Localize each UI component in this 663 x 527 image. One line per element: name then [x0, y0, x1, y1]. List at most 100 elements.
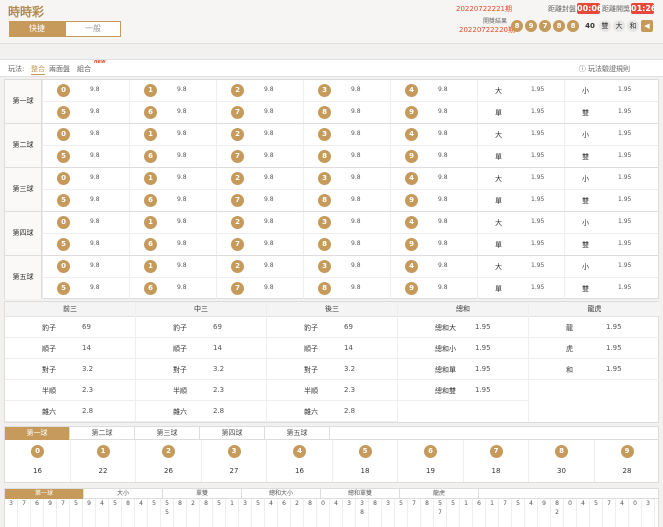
num-bet-cell[interactable]: 6 9.8 [129, 278, 216, 299]
combo-bet-cell[interactable]: 順子 14 [136, 338, 266, 359]
num-bet-cell[interactable]: 8 9.8 [303, 102, 390, 123]
combo-bet-cell[interactable]: 豹子 69 [5, 317, 135, 338]
num-bet-cell[interactable]: 5 9.8 [42, 190, 129, 211]
combo-bet-cell[interactable]: 總和小 1.95 [398, 338, 528, 359]
combo-bet-cell[interactable]: 總和單 1.95 [398, 359, 528, 380]
num-bet-cell[interactable]: 9 9.8 [390, 278, 477, 299]
num-bet-cell[interactable]: 3 9.8 [303, 256, 390, 277]
ball-tab[interactable]: 第三球 [135, 427, 200, 440]
combo-bet-cell[interactable]: 總和大 1.95 [398, 317, 528, 338]
num-bet-cell[interactable]: 4 9.8 [390, 124, 477, 145]
two-side-cell[interactable]: 小 1.95 [564, 80, 645, 101]
combo-bet-cell[interactable]: 半順 2.3 [5, 380, 135, 401]
num-bet-cell[interactable]: 9 9.8 [390, 102, 477, 123]
num-bet-cell[interactable]: 2 9.8 [216, 80, 303, 101]
num-bet-cell[interactable]: 7 9.8 [216, 278, 303, 299]
num-bet-cell[interactable]: 3 9.8 [303, 168, 390, 189]
road-tab[interactable]: 龍虎 [400, 489, 479, 499]
num-bet-cell[interactable]: 0 9.8 [42, 168, 129, 189]
ball-tab[interactable]: 第二球 [70, 427, 135, 440]
num-bet-cell[interactable]: 8 9.8 [303, 234, 390, 255]
two-side-cell[interactable]: 大 1.95 [477, 80, 564, 101]
combo-bet-cell[interactable]: 總和雙 1.95 [398, 380, 528, 401]
tab-integrated[interactable]: 整合 [31, 64, 45, 75]
num-bet-cell[interactable]: 5 9.8 [42, 234, 129, 255]
num-bet-cell[interactable]: 3 9.8 [303, 124, 390, 145]
num-bet-cell[interactable]: 1 9.8 [129, 212, 216, 233]
num-bet-cell[interactable]: 6 9.8 [129, 190, 216, 211]
two-side-cell[interactable]: 雙 1.95 [564, 234, 645, 255]
num-bet-cell[interactable]: 6 9.8 [129, 146, 216, 167]
num-bet-cell[interactable]: 6 9.8 [129, 102, 216, 123]
num-bet-cell[interactable]: 0 9.8 [42, 256, 129, 277]
two-side-cell[interactable]: 大 1.95 [477, 256, 564, 277]
two-side-cell[interactable]: 雙 1.95 [564, 146, 645, 167]
two-side-cell[interactable]: 單 1.95 [477, 102, 564, 123]
ball-tab[interactable]: 第五球 [265, 427, 330, 440]
num-bet-cell[interactable]: 7 9.8 [216, 146, 303, 167]
num-bet-cell[interactable]: 4 9.8 [390, 80, 477, 101]
combo-bet-cell[interactable]: 雜六 2.8 [5, 401, 135, 422]
road-tab[interactable]: 第一球 [5, 489, 84, 499]
two-side-cell[interactable]: 雙 1.95 [564, 190, 645, 211]
two-side-cell[interactable]: 小 1.95 [564, 168, 645, 189]
num-bet-cell[interactable]: 8 9.8 [303, 190, 390, 211]
num-bet-cell[interactable]: 0 9.8 [42, 80, 129, 101]
combo-bet-cell[interactable]: 對子 3.2 [136, 359, 266, 380]
num-bet-cell[interactable]: 5 9.8 [42, 278, 129, 299]
two-side-cell[interactable]: 小 1.95 [564, 124, 645, 145]
combo-bet-cell[interactable]: 豹子 69 [136, 317, 266, 338]
num-bet-cell[interactable]: 1 9.8 [129, 256, 216, 277]
combo-bet-cell[interactable]: 豹子 69 [267, 317, 397, 338]
ball-tab[interactable]: 第四球 [200, 427, 265, 440]
combo-bet-cell[interactable]: 雜六 2.8 [267, 401, 397, 422]
num-bet-cell[interactable]: 3 9.8 [303, 80, 390, 101]
num-bet-cell[interactable]: 5 9.8 [42, 102, 129, 123]
speaker-icon[interactable]: ◀ [641, 20, 653, 32]
num-bet-cell[interactable]: 4 9.8 [390, 168, 477, 189]
num-bet-cell[interactable]: 9 9.8 [390, 234, 477, 255]
num-bet-cell[interactable]: 6 9.8 [129, 234, 216, 255]
combo-bet-cell[interactable]: 順子 14 [267, 338, 397, 359]
rules-link[interactable]: ⓘ 玩法驗證規則 [579, 64, 630, 74]
num-bet-cell[interactable]: 2 9.8 [216, 212, 303, 233]
num-bet-cell[interactable]: 5 9.8 [42, 146, 129, 167]
road-tab[interactable]: 總和單雙 [321, 489, 400, 499]
combo-bet-cell[interactable]: 龍 1.95 [529, 317, 660, 338]
tab-combination[interactable]: 組合 [77, 64, 91, 74]
combo-bet-cell[interactable]: 對子 3.2 [267, 359, 397, 380]
num-bet-cell[interactable]: 2 9.8 [216, 168, 303, 189]
num-bet-cell[interactable]: 1 9.8 [129, 124, 216, 145]
num-bet-cell[interactable]: 1 9.8 [129, 80, 216, 101]
num-bet-cell[interactable]: 0 9.8 [42, 124, 129, 145]
combo-bet-cell[interactable]: 半順 2.3 [267, 380, 397, 401]
two-side-cell[interactable]: 小 1.95 [564, 256, 645, 277]
mode-fast-button[interactable]: 快捷 [9, 21, 65, 37]
num-bet-cell[interactable]: 8 9.8 [303, 146, 390, 167]
two-side-cell[interactable]: 雙 1.95 [564, 278, 645, 299]
combo-bet-cell[interactable]: 虎 1.95 [529, 338, 660, 359]
num-bet-cell[interactable]: 3 9.8 [303, 212, 390, 233]
road-tab[interactable]: 大小 [84, 489, 163, 499]
num-bet-cell[interactable]: 8 9.8 [303, 278, 390, 299]
num-bet-cell[interactable]: 1 9.8 [129, 168, 216, 189]
two-side-cell[interactable]: 單 1.95 [477, 190, 564, 211]
road-tab[interactable]: 單雙 [163, 489, 242, 499]
num-bet-cell[interactable]: 2 9.8 [216, 256, 303, 277]
two-side-cell[interactable]: 單 1.95 [477, 278, 564, 299]
combo-bet-cell[interactable]: 半順 2.3 [136, 380, 266, 401]
two-side-cell[interactable]: 雙 1.95 [564, 102, 645, 123]
num-bet-cell[interactable]: 7 9.8 [216, 234, 303, 255]
two-side-cell[interactable]: 大 1.95 [477, 168, 564, 189]
num-bet-cell[interactable]: 4 9.8 [390, 212, 477, 233]
num-bet-cell[interactable]: 9 9.8 [390, 190, 477, 211]
tab-two-sides[interactable]: 兩面盤 [49, 64, 70, 74]
ball-tab[interactable]: 第一球 [5, 427, 70, 440]
num-bet-cell[interactable]: 9 9.8 [390, 146, 477, 167]
combo-bet-cell[interactable]: 順子 14 [5, 338, 135, 359]
mode-normal-button[interactable]: 一般 [65, 21, 121, 37]
two-side-cell[interactable]: 大 1.95 [477, 124, 564, 145]
two-side-cell[interactable]: 單 1.95 [477, 234, 564, 255]
two-side-cell[interactable]: 小 1.95 [564, 212, 645, 233]
two-side-cell[interactable]: 單 1.95 [477, 146, 564, 167]
